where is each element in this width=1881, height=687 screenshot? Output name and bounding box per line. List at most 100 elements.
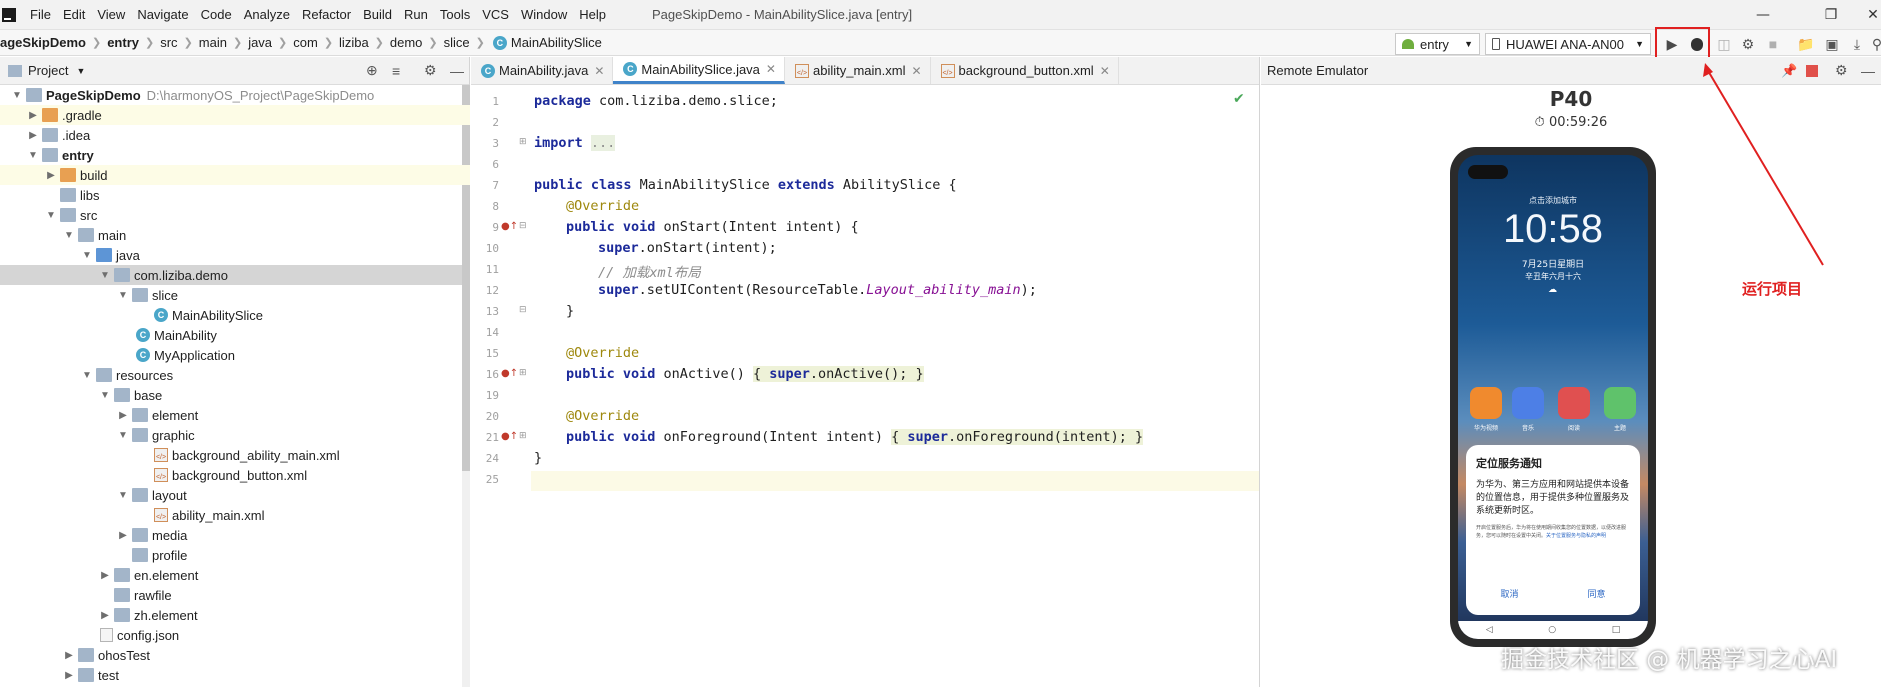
tree-item-mainabilityslice[interactable]: C MainAbilitySlice [0,305,470,325]
chevron-right-icon[interactable]: ▶ [62,650,76,661]
tree-item-base[interactable]: ▼ base [0,385,470,405]
tree-item-zh-element[interactable]: ▶ zh.element [0,605,470,625]
tree-item-profile[interactable]: profile [0,545,470,565]
tree-item-element[interactable]: ▶ element [0,405,470,425]
profile-button[interactable]: ⚙ [1737,33,1759,55]
fold-icon[interactable]: ⊞ [519,368,527,378]
reading-icon[interactable] [1558,387,1590,419]
minimize-icon[interactable]: — [1740,0,1786,29]
fold-icon[interactable]: ⊞ [519,431,527,441]
chevron-down-icon[interactable]: ▼ [80,250,94,261]
chevron-right-icon[interactable]: ▶ [98,610,112,621]
close-icon[interactable]: ✕ [1100,64,1110,78]
tree-item-idea[interactable]: ▶ .idea [0,125,470,145]
tree-item-en-element[interactable]: ▶ en.element [0,565,470,585]
chevron-down-icon[interactable]: ▼ [116,490,130,501]
music-icon[interactable] [1512,387,1544,419]
close-icon[interactable]: ✕ [594,64,604,78]
device-select[interactable]: HUAWEI ANA-AN00 ▼ [1485,33,1651,55]
collapse-all-icon[interactable]: ≡ [392,63,400,79]
tree-item-build[interactable]: ▶ build [0,165,470,185]
tree-item-graphic[interactable]: ▼ graphic [0,425,470,445]
menu-refactor[interactable]: Refactor [296,7,357,22]
recents-icon[interactable]: □ [1612,625,1621,635]
tree-item-project-root[interactable]: ▼ PageSkipDemo D:\harmonyOS_Project\Page… [0,85,470,105]
tree-item-ohostest[interactable]: ▶ ohosTest [0,645,470,665]
dialog-privacy-link[interactable]: 关于位置服务与隐私的声明 [1546,533,1606,539]
fold-icon[interactable]: ⊞ [519,137,527,147]
menu-vcs[interactable]: VCS [476,7,515,22]
chevron-down-icon[interactable]: ▼ [116,290,130,301]
tree-item-config-json[interactable]: config.json [0,625,470,645]
tab-background-button-xml[interactable]: </> background_button.xml ✕ [931,57,1119,84]
tree-item-media[interactable]: ▶ media [0,525,470,545]
chevron-right-icon[interactable]: ▶ [26,130,40,141]
chevron-right-icon[interactable]: ▶ [116,530,130,541]
menu-view[interactable]: View [91,7,131,22]
restore-icon[interactable]: ❐ [1808,0,1854,29]
chevron-down-icon[interactable]: ▼ [10,90,24,101]
override-marker-icon[interactable]: ●↑ [501,431,518,442]
chevron-down-icon[interactable]: ▼ [98,270,112,281]
close-icon[interactable]: ✕ [1850,0,1881,29]
home-icon[interactable]: ○ [1548,625,1556,635]
tree-item-ability-main-xml[interactable]: </> ability_main.xml [0,505,470,525]
device-manager-button[interactable]: ▣ [1821,33,1843,55]
project-panel-title[interactable]: Project [28,63,68,78]
menu-analyze[interactable]: Analyze [238,7,296,22]
chevron-down-icon[interactable]: ▼ [76,66,85,76]
tree-item-layout[interactable]: ▼ layout [0,485,470,505]
fold-icon[interactable]: ⊟ [519,305,527,315]
stop-button[interactable]: ■ [1762,33,1784,55]
menu-file[interactable]: File [24,7,57,22]
tree-item-entry[interactable]: ▼ entry [0,145,470,165]
tree-item-slice[interactable]: ▼ slice [0,285,470,305]
menu-tools[interactable]: Tools [434,7,476,22]
crumb-java[interactable]: java [248,35,272,50]
crumb-project[interactable]: ageSkipDemo [0,35,86,50]
chevron-right-icon[interactable]: ▶ [98,570,112,581]
cancel-button[interactable]: 取消 [1500,587,1518,600]
crumb-class[interactable]: MainAbilitySlice [511,35,602,50]
tree-item-libs[interactable]: libs [0,185,470,205]
tree-item-background-button-xml[interactable]: </> background_button.xml [0,465,470,485]
tree-item-rawfile[interactable]: rawfile [0,585,470,605]
gear-icon[interactable]: ⚙ [424,62,437,79]
project-structure-button[interactable]: 📁 [1795,33,1817,55]
chevron-down-icon[interactable]: ▼ [44,210,58,221]
tab-mainabilityslice[interactable]: C MainAbilitySlice.java ✕ [613,57,785,84]
tree-item-src[interactable]: ▼ src [0,205,470,225]
run-config-select[interactable]: entry ▼ [1395,33,1480,55]
menu-run[interactable]: Run [398,7,434,22]
crumb-com[interactable]: com [293,35,318,50]
chevron-right-icon[interactable]: ▶ [26,110,40,121]
menu-code[interactable]: Code [195,7,238,22]
tree-item-main[interactable]: ▼ main [0,225,470,245]
tree-item-background-ability-main-xml[interactable]: </> background_ability_main.xml [0,445,470,465]
tree-item-test[interactable]: ▶ test [0,665,470,685]
override-marker-icon[interactable]: ●↑ [501,368,518,379]
tree-item-mainability[interactable]: C MainAbility [0,325,470,345]
tab-ability-main-xml[interactable]: </> ability_main.xml ✕ [785,57,931,84]
close-icon[interactable]: ✕ [911,64,921,78]
chevron-right-icon[interactable]: ▶ [116,410,130,421]
locate-icon[interactable]: ⊕ [366,62,378,79]
menu-edit[interactable]: Edit [57,7,91,22]
search-button[interactable]: ⚲ [1866,33,1881,55]
menu-window[interactable]: Window [515,7,573,22]
override-marker-icon[interactable]: ●↑ [501,221,518,232]
tree-item-java[interactable]: ▼ java [0,245,470,265]
attach-debugger-button[interactable]: ◫ [1713,33,1735,55]
chevron-down-icon[interactable]: ▼ [26,150,40,161]
chevron-right-icon[interactable]: ▶ [62,670,76,681]
back-icon[interactable]: ◁ [1486,625,1493,635]
chevron-down-icon[interactable]: ▼ [98,390,112,401]
menu-build[interactable]: Build [357,7,398,22]
themes-icon[interactable] [1604,387,1636,419]
tree-item-gradle[interactable]: ▶ .gradle [0,105,470,125]
crumb-main[interactable]: main [199,35,227,50]
phone-screen[interactable]: 点击添加城市 10:58 7月25日星期日 辛丑年六月十六 ☁ 华为视频 音乐 … [1458,155,1648,639]
crumb-slice[interactable]: slice [444,35,470,50]
chevron-down-icon[interactable]: ▼ [62,230,76,241]
menu-help[interactable]: Help [573,7,612,22]
